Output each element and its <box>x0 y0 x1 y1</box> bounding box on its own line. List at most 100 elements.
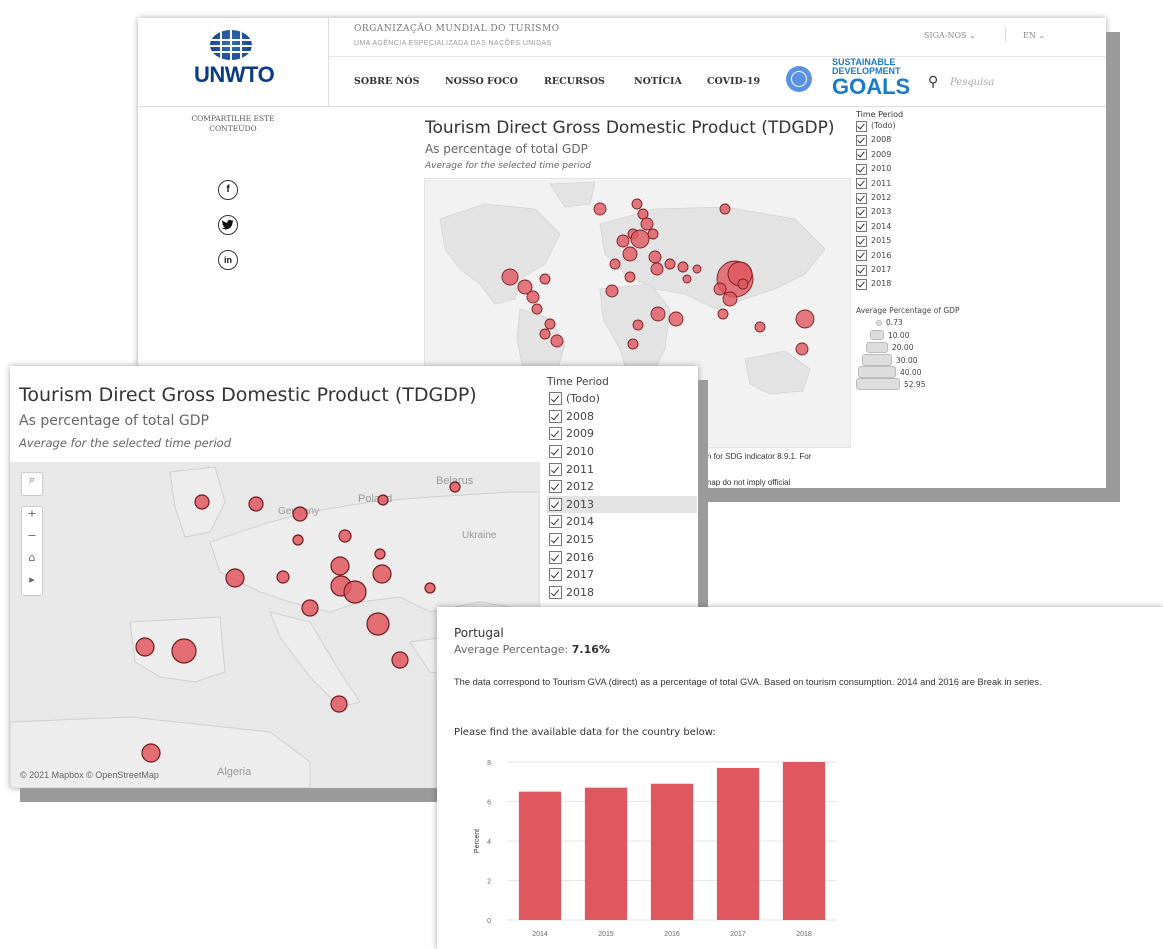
europe-map-bubble[interactable] <box>301 599 319 617</box>
bar-2015[interactable] <box>584 787 628 920</box>
europe-map-bubble[interactable] <box>194 494 210 510</box>
world-map-bubble[interactable] <box>677 261 689 273</box>
linkedin-icon[interactable]: in <box>218 250 238 270</box>
world-map-bubble[interactable] <box>754 321 766 333</box>
world-map-bubble[interactable] <box>717 308 729 320</box>
nav-recursos[interactable]: RECURSOS <box>544 76 605 87</box>
world-map-bubble[interactable] <box>605 284 619 298</box>
bk-time-option[interactable]: 2008 <box>856 133 966 147</box>
world-map-bubble[interactable] <box>722 291 738 307</box>
checkbox-checked-icon[interactable] <box>549 480 562 494</box>
europe-map-bubble[interactable] <box>330 695 348 713</box>
world-map-bubble[interactable] <box>526 290 540 304</box>
bk-time-option[interactable]: 2017 <box>856 263 966 277</box>
facebook-icon[interactable]: f <box>218 180 238 200</box>
world-map-bubble[interactable] <box>631 198 643 210</box>
bar-2016[interactable] <box>650 783 694 920</box>
world-map-bubble[interactable] <box>550 334 564 348</box>
checkbox-checked-icon[interactable] <box>549 550 562 564</box>
bk-time-option[interactable]: 2015 <box>856 234 966 248</box>
world-map-bubble[interactable] <box>616 234 630 248</box>
world-map-bubble[interactable] <box>637 208 649 220</box>
lt-time-option[interactable]: 2010 <box>547 443 697 461</box>
checkbox-checked-icon[interactable] <box>549 568 562 582</box>
checkbox-checked-icon[interactable] <box>856 192 867 204</box>
language-dropdown[interactable]: EN ⌄ <box>1023 31 1045 40</box>
world-map-bubble[interactable] <box>692 264 702 274</box>
checkbox-checked-icon[interactable] <box>856 207 867 219</box>
bk-time-option[interactable]: 2018 <box>856 277 966 291</box>
bk-time-option[interactable]: 2014 <box>856 220 966 234</box>
world-map-bubble[interactable] <box>650 306 666 322</box>
world-map-bubble[interactable] <box>627 338 639 350</box>
europe-map-bubble[interactable] <box>424 582 436 594</box>
world-map-bubble[interactable] <box>648 250 662 264</box>
checkbox-checked-icon[interactable] <box>856 178 867 190</box>
world-map-bubble[interactable] <box>647 228 659 240</box>
checkbox-checked-icon[interactable] <box>856 149 867 161</box>
world-map-bubble[interactable] <box>668 311 684 327</box>
bar-2018[interactable] <box>782 762 826 920</box>
bk-time-option[interactable]: 2010 <box>856 162 966 176</box>
europe-map-bubble[interactable] <box>141 743 161 763</box>
nav-covid[interactable]: COVID-19 <box>707 76 760 87</box>
checkbox-checked-icon[interactable] <box>549 533 562 547</box>
checkbox-checked-icon[interactable] <box>549 462 562 476</box>
world-map-bubble[interactable] <box>624 271 636 283</box>
bk-time-option[interactable]: 2012 <box>856 191 966 205</box>
lt-time-option[interactable]: 2011 <box>547 460 697 478</box>
europe-map-bubble[interactable] <box>343 580 367 604</box>
europe-map-bubble[interactable] <box>372 564 392 584</box>
checkbox-checked-icon[interactable] <box>549 445 562 459</box>
bk-time-option[interactable]: (Todo) <box>856 119 966 133</box>
lt-time-option[interactable]: 2012 <box>547 478 697 496</box>
world-map-bubble[interactable] <box>609 258 621 270</box>
checkbox-checked-icon[interactable] <box>549 585 562 599</box>
nav-nosso-foco[interactable]: NOSSO FOCO <box>445 76 518 87</box>
world-map-bubble[interactable] <box>640 217 654 231</box>
europe-map-bubble[interactable] <box>449 481 461 493</box>
lt-time-option[interactable]: 2015 <box>547 531 697 549</box>
lt-time-option[interactable]: 2008 <box>547 408 697 426</box>
world-map-bubble[interactable] <box>531 303 543 315</box>
europe-map-bubble[interactable] <box>374 548 386 560</box>
world-map-bubble[interactable] <box>539 273 551 285</box>
world-map-bubble[interactable] <box>650 262 664 276</box>
search-icon[interactable]: ⚲ <box>928 74 938 90</box>
world-map-bubble[interactable] <box>539 328 551 340</box>
world-map-bubble[interactable] <box>795 342 809 356</box>
checkbox-checked-icon[interactable] <box>856 235 867 247</box>
world-map-bubble[interactable] <box>544 318 556 330</box>
bk-time-option[interactable]: 2009 <box>856 148 966 162</box>
nav-sobre-nos[interactable]: SOBRE NÓS <box>354 76 419 87</box>
lt-time-option[interactable]: 2014 <box>547 513 697 531</box>
bar-2014[interactable] <box>518 791 562 920</box>
europe-map-bubble[interactable] <box>248 496 264 512</box>
lt-time-option[interactable]: (Todo) <box>547 390 697 408</box>
twitter-icon[interactable] <box>218 215 238 235</box>
world-map-bubble[interactable] <box>501 268 519 286</box>
checkbox-checked-icon[interactable] <box>549 515 562 529</box>
lt-time-option[interactable]: 2013 <box>547 495 697 514</box>
world-map-bubble[interactable] <box>713 282 727 296</box>
checkbox-checked-icon[interactable] <box>856 250 867 262</box>
europe-map-bubble[interactable] <box>225 568 245 588</box>
lt-time-option[interactable]: 2017 <box>547 566 697 584</box>
checkbox-checked-icon[interactable] <box>549 497 562 511</box>
world-map-bubble[interactable] <box>632 319 644 331</box>
map-attribution[interactable]: © 2021 Mapbox © OpenStreetMap <box>20 770 159 780</box>
europe-map-bubble[interactable] <box>330 556 350 576</box>
europe-map-bubble[interactable] <box>391 651 409 669</box>
world-map-bubble[interactable] <box>719 203 731 215</box>
checkbox-checked-icon[interactable] <box>549 427 562 441</box>
checkbox-checked-icon[interactable] <box>856 221 867 233</box>
nav-noticia[interactable]: NOTÍCIA <box>634 76 682 87</box>
bar-2017[interactable] <box>716 767 760 920</box>
zoom-in-button[interactable]: + <box>22 507 42 529</box>
world-map-bubble[interactable] <box>664 258 676 270</box>
world-map-bubble[interactable] <box>593 202 607 216</box>
europe-map-bubble[interactable] <box>292 506 308 522</box>
map-search-tool[interactable]: ⌕ <box>21 472 43 496</box>
europe-map-bubble[interactable] <box>338 529 352 543</box>
follow-dropdown[interactable]: SIGA-NOS ⌄ <box>924 31 976 40</box>
